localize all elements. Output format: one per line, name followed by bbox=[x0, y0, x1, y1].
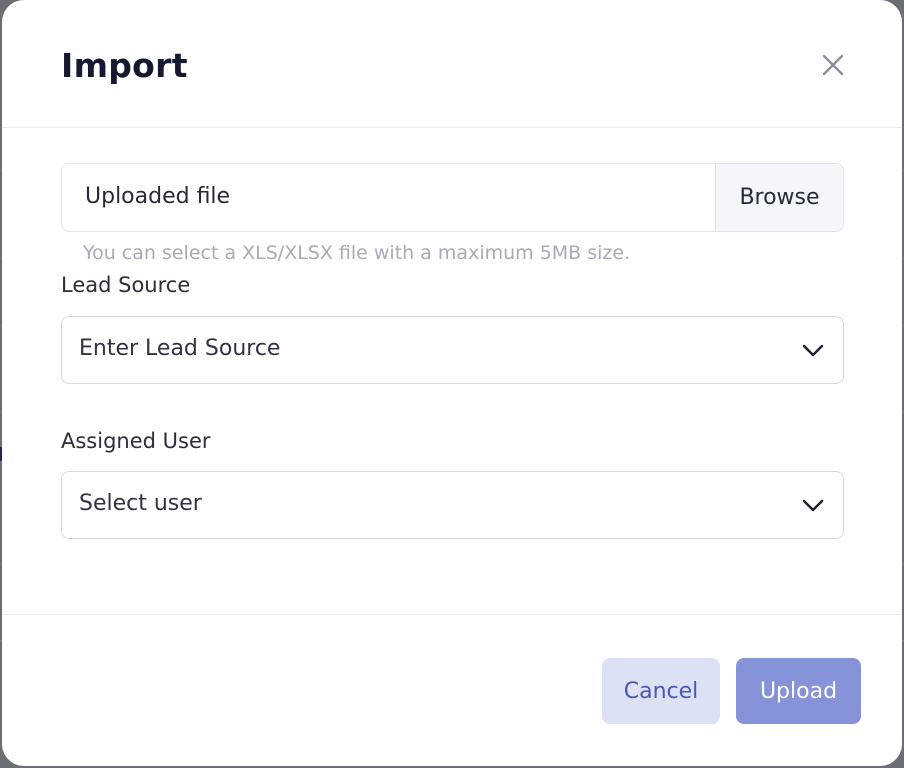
assigned-user-label: Assigned User bbox=[61, 429, 211, 453]
dialog-title: Import bbox=[61, 46, 188, 85]
assigned-user-placeholder: Select user bbox=[79, 491, 202, 516]
file-hint: You can select a XLS/XLSX file with a ma… bbox=[83, 242, 631, 264]
dialog-footer: Cancel Upload bbox=[2, 614, 902, 766]
lead-source-placeholder: Enter Lead Source bbox=[79, 336, 281, 361]
chevron-down-icon bbox=[801, 495, 825, 515]
chevron-down-icon bbox=[801, 340, 825, 360]
upload-button[interactable]: Upload bbox=[736, 658, 861, 724]
file-upload-field[interactable]: Uploaded file Browse bbox=[61, 163, 844, 232]
browse-button[interactable]: Browse bbox=[715, 164, 843, 231]
close-button[interactable] bbox=[818, 50, 848, 80]
close-icon bbox=[822, 54, 844, 76]
dialog-header: Import bbox=[2, 0, 902, 128]
uploaded-file-text: Uploaded file bbox=[85, 184, 231, 209]
cancel-button[interactable]: Cancel bbox=[602, 658, 720, 724]
lead-source-label: Lead Source bbox=[61, 273, 191, 297]
import-dialog: Import Uploaded file Browse You can sele… bbox=[2, 0, 902, 766]
lead-source-select[interactable]: Enter Lead Source bbox=[61, 316, 844, 384]
assigned-user-select[interactable]: Select user bbox=[61, 471, 844, 539]
